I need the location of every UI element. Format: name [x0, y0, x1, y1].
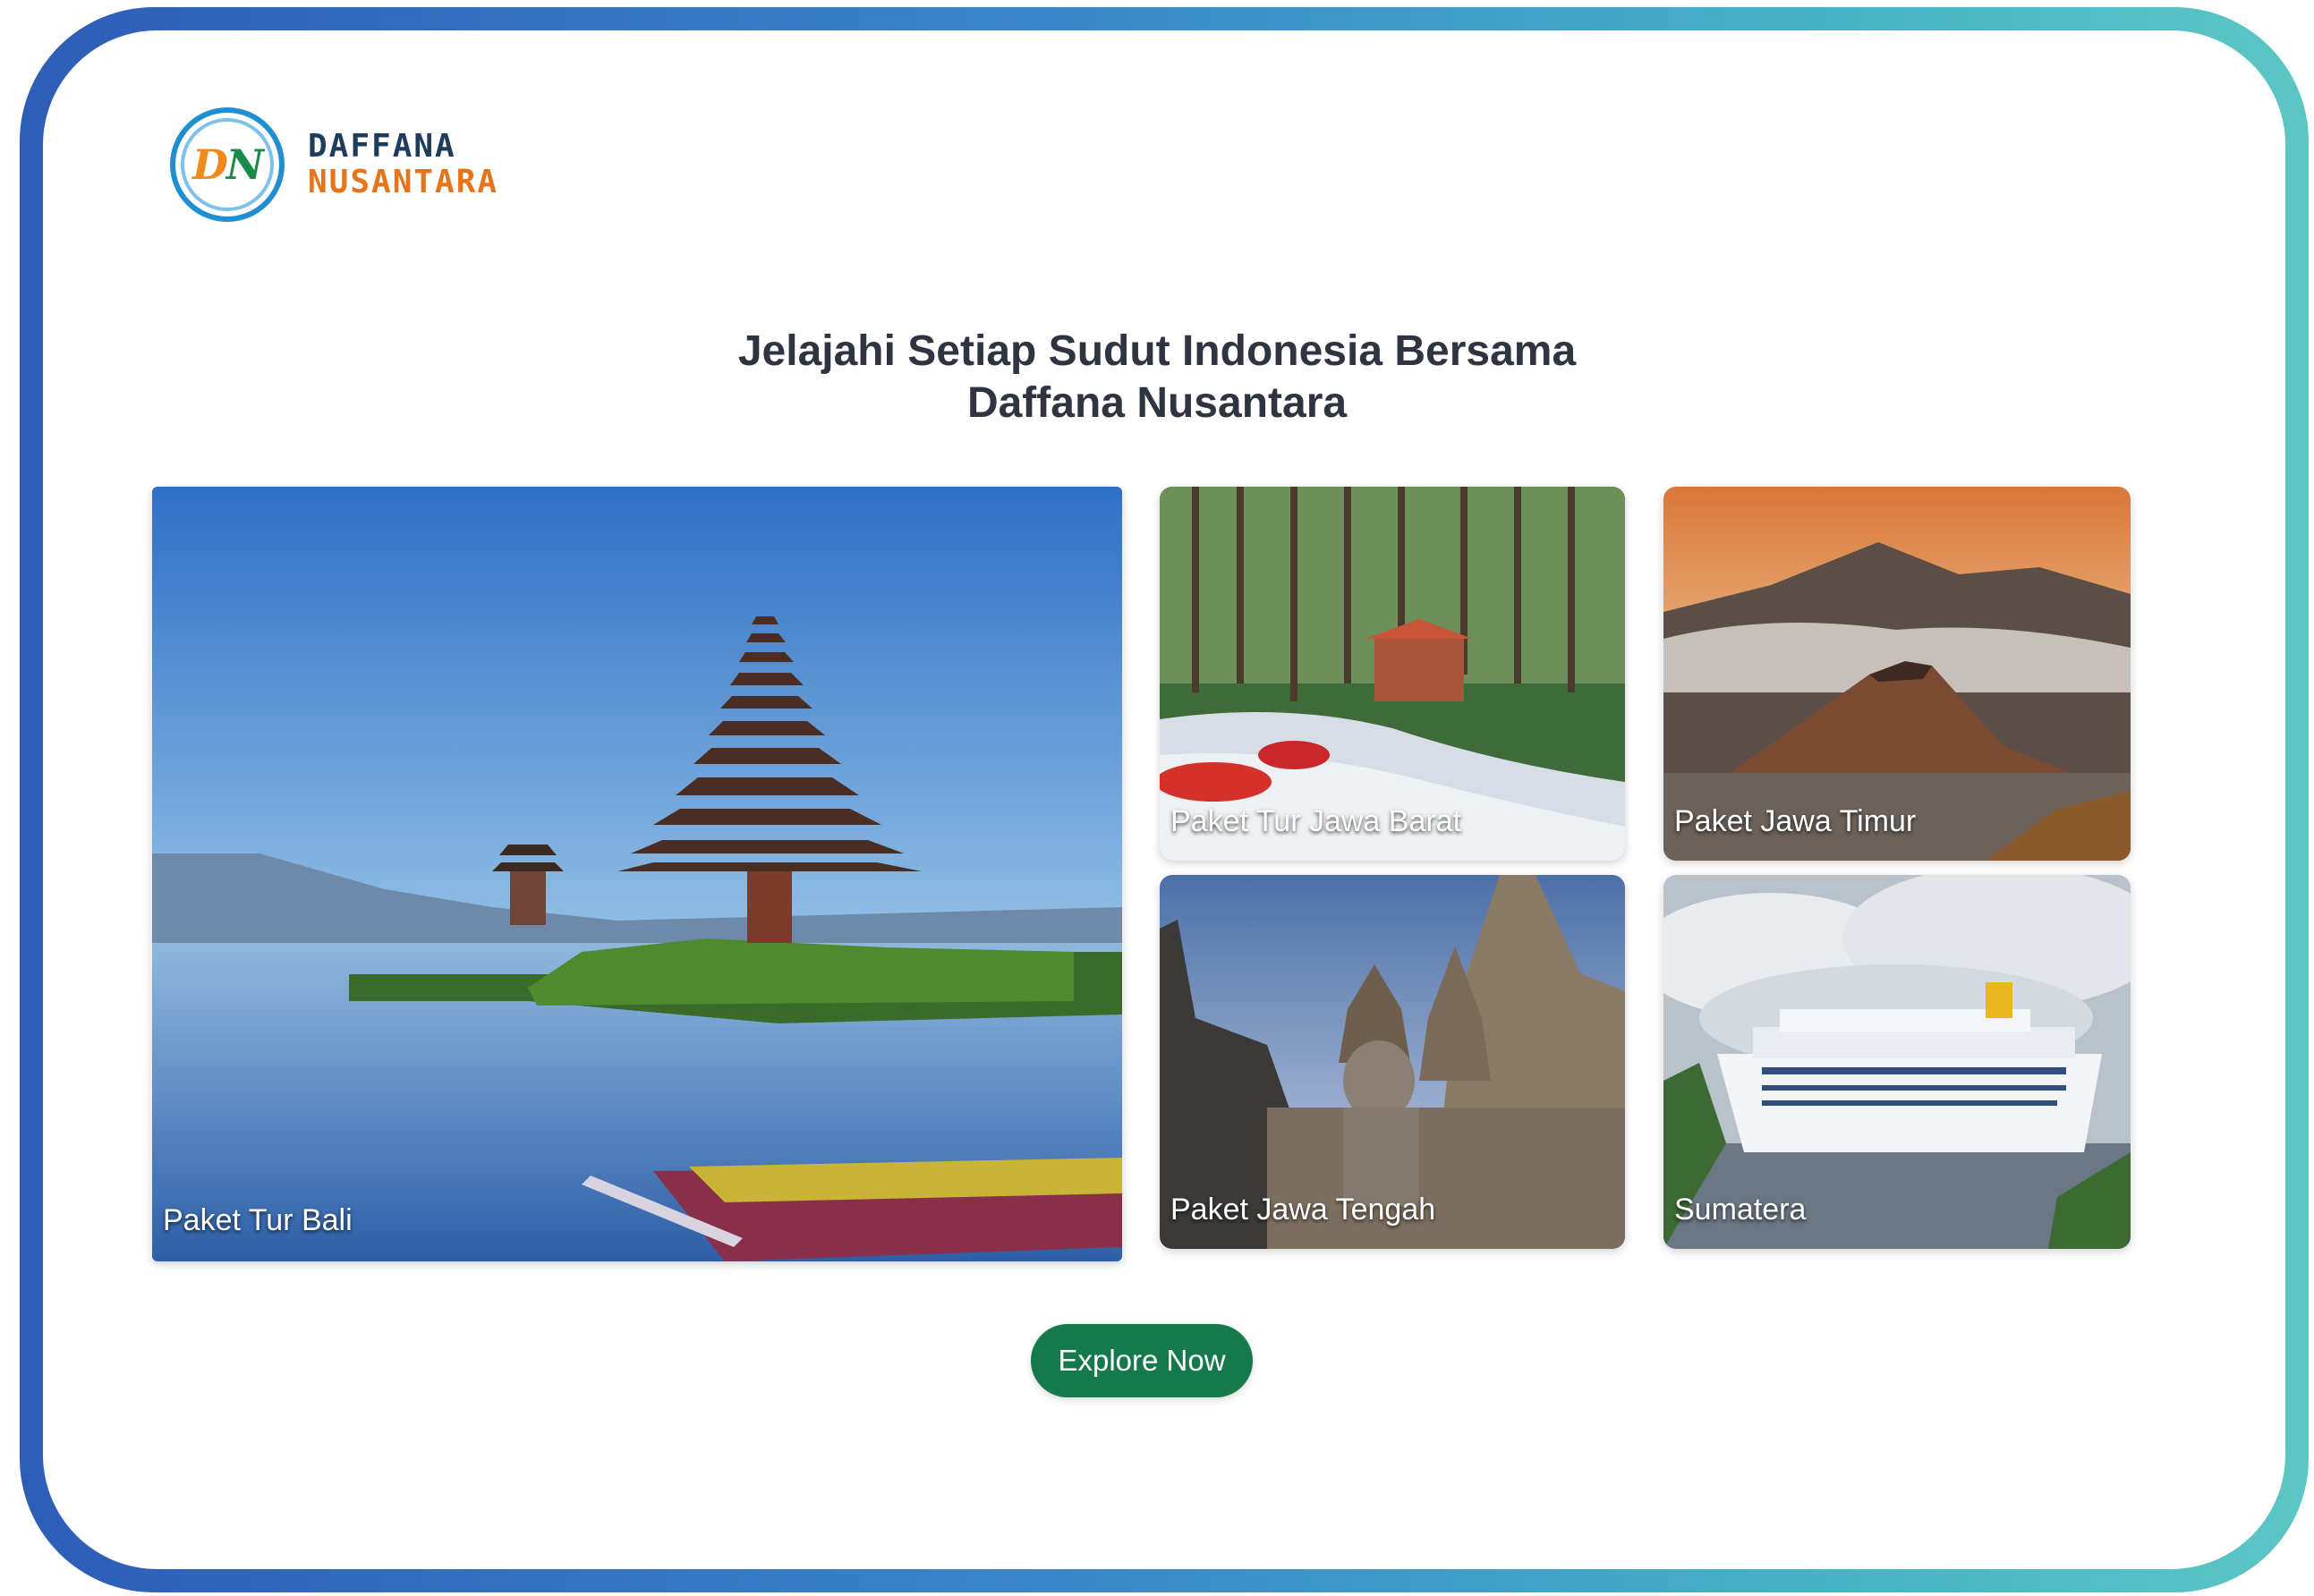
- logo-monogram: DN: [192, 140, 264, 189]
- package-card-sumatera[interactable]: Sumatera: [1663, 875, 2131, 1249]
- hero-headline-line-1: Jelajahi Setiap Sudut Indonesia Bersama: [737, 327, 1577, 375]
- bali-temple-image: [152, 487, 1122, 1261]
- package-card-bali[interactable]: Paket Tur Bali: [152, 487, 1122, 1261]
- brand-logo[interactable]: DN DAFFANA NUSANTARA: [170, 107, 498, 222]
- logo-wordmark: DAFFANA NUSANTARA: [308, 129, 498, 200]
- package-card-jawa-barat[interactable]: Paket Tur Jawa Barat: [1160, 487, 1625, 861]
- package-label: Paket Jawa Timur: [1674, 804, 1917, 838]
- package-label: Sumatera: [1674, 1193, 1807, 1227]
- hero-headline: Jelajahi Setiap Sudut Indonesia Bersama …: [0, 326, 2314, 429]
- logo-line-1: DAFFANA: [308, 128, 456, 165]
- logo-line-2: NUSANTARA: [308, 164, 499, 200]
- explore-now-button[interactable]: Explore Now: [1031, 1324, 1253, 1397]
- hero-headline-line-2: Daffana Nusantara: [966, 379, 1348, 427]
- logo-badge-icon: DN: [170, 107, 285, 222]
- package-label: Paket Tur Jawa Barat: [1170, 804, 1462, 838]
- package-card-jawa-tengah[interactable]: Paket Jawa Tengah: [1160, 875, 1625, 1249]
- package-label: Paket Tur Bali: [163, 1203, 353, 1237]
- package-label: Paket Jawa Tengah: [1170, 1193, 1436, 1227]
- package-card-jawa-timur[interactable]: Paket Jawa Timur: [1663, 487, 2131, 861]
